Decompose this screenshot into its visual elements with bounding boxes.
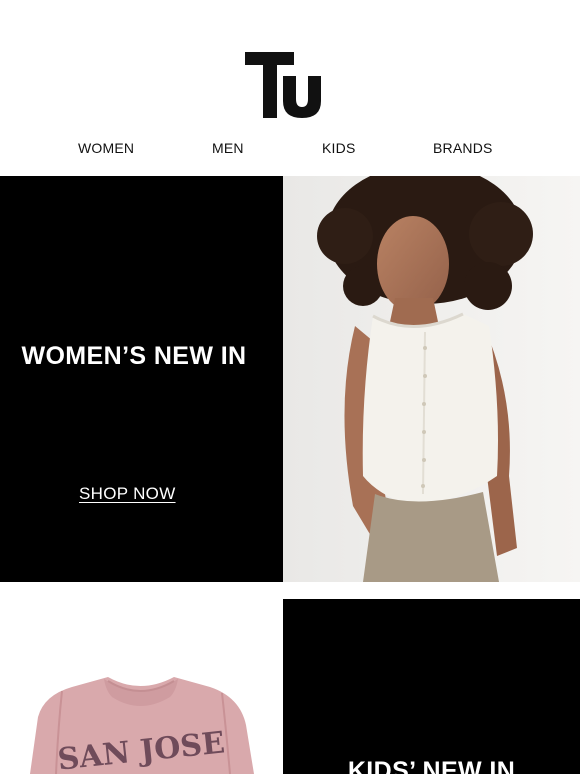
header: Tu WOMEN MEN KIDS BRANDS [0, 0, 580, 176]
women-new-in-panel: WOMEN’S NEW IN SHOP NOW [0, 176, 283, 582]
kids-new-in-panel: KIDS’ NEW IN [283, 599, 580, 774]
nav-men[interactable]: MEN [212, 140, 244, 156]
tu-logo[interactable]: Tu [245, 52, 323, 118]
sweatshirt-illustration: SAN JOSE [0, 599, 283, 774]
kids-new-in-title: KIDS’ NEW IN [347, 757, 516, 774]
email-page: Tu WOMEN MEN KIDS BRANDS WOMEN’S NEW IN … [0, 0, 580, 774]
shop-now-link[interactable]: SHOP NOW [79, 484, 176, 504]
women-model-image[interactable] [283, 176, 580, 582]
main-nav: WOMEN MEN KIDS BRANDS [0, 140, 580, 160]
nav-brands[interactable]: BRANDS [433, 140, 493, 156]
nav-women[interactable]: WOMEN [78, 140, 134, 156]
section-divider [0, 582, 580, 599]
kids-sweatshirt-image[interactable]: SAN JOSE [0, 599, 283, 774]
nav-kids[interactable]: KIDS [322, 140, 355, 156]
women-new-in-title: WOMEN’S NEW IN [21, 342, 247, 370]
model-illustration [283, 176, 580, 582]
